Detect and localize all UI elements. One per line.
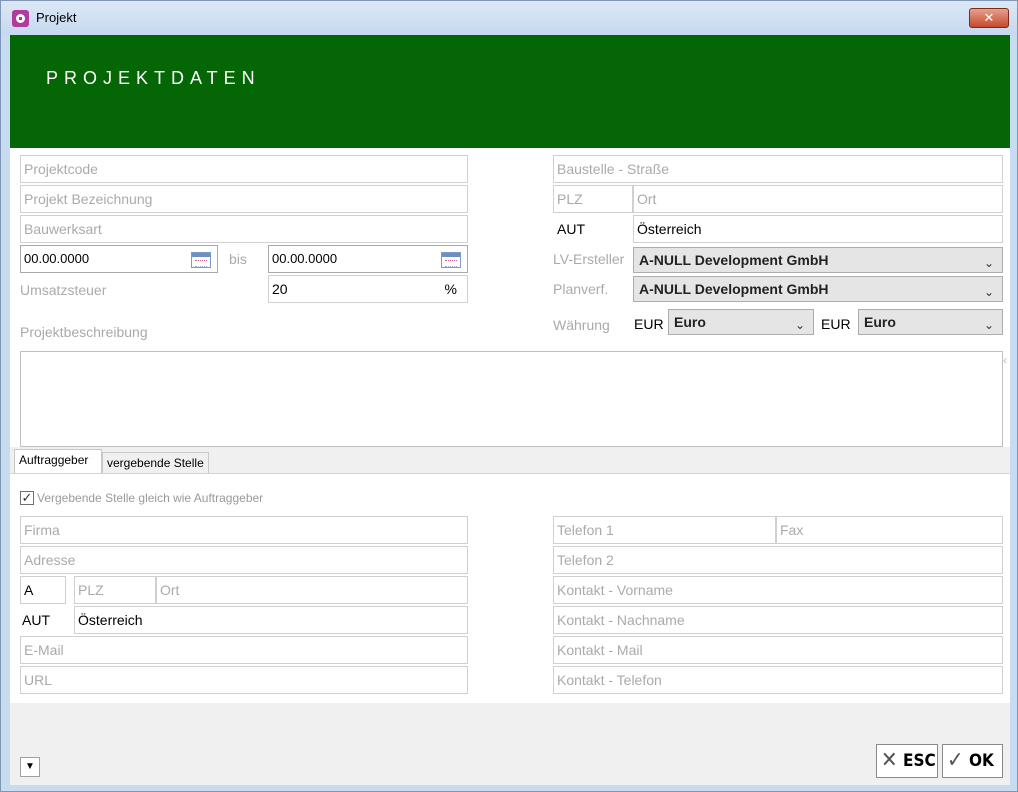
company-field[interactable]: Firma — [20, 516, 468, 544]
currency1-select[interactable]: Euro ⌄ — [668, 309, 814, 335]
site-country-field[interactable]: Österreich — [633, 215, 1003, 243]
dialog-content: PROJEKTDATEN Projektcode Projekt Bezeich… — [10, 35, 1010, 785]
site-zip-field[interactable]: PLZ — [553, 185, 633, 213]
vat-value: 20 — [272, 281, 288, 297]
date-from-value: 00.00.0000 — [24, 251, 90, 266]
currency2-code: EUR — [821, 316, 851, 332]
header-band: PROJEKTDATEN — [10, 35, 1010, 148]
currency-label: Währung — [553, 317, 610, 333]
window-title: Projekt — [36, 10, 77, 25]
planner-value: A-NULL Development GmbH — [639, 281, 829, 297]
site-street-field[interactable]: Baustelle - Straße — [553, 155, 1003, 183]
checkmark-icon: ✓ — [947, 748, 964, 773]
close-button[interactable]: ✕ — [969, 8, 1009, 28]
site-city-field[interactable]: Ort — [633, 185, 1003, 213]
vat-label: Umsatzsteuer — [20, 282, 107, 298]
page-title: PROJEKTDATEN — [46, 68, 261, 88]
tab-vergebende-stelle[interactable]: vergebende Stelle — [102, 452, 209, 474]
contact-mail-field[interactable]: Kontakt - Mail — [553, 636, 1003, 664]
fax-field[interactable]: Fax — [776, 516, 1003, 544]
chevron-down-icon: ⌄ — [983, 285, 995, 299]
country-prefix-field[interactable]: A — [20, 576, 66, 604]
url-field[interactable]: URL — [20, 666, 468, 694]
currency1-code: EUR — [634, 316, 664, 332]
scrollbar[interactable] — [1003, 353, 1010, 445]
lv-creator-select[interactable]: A-NULL Development GmbH ⌄ — [633, 247, 1003, 273]
same-as-label: Vergebende Stelle gleich wie Auftraggebe… — [37, 491, 264, 505]
project-code-field[interactable]: Projektcode — [20, 155, 468, 183]
client-country-code: AUT — [22, 612, 50, 628]
tab-bar: Auftraggeber vergebende Stelle — [10, 447, 1010, 474]
project-name-field[interactable]: Projekt Bezeichnung — [20, 185, 468, 213]
contact-phone-field[interactable]: Kontakt - Telefon — [553, 666, 1003, 694]
vat-input[interactable]: 20 % — [268, 275, 468, 303]
ok-button[interactable]: ✓ OK — [942, 744, 1003, 778]
app-icon — [12, 10, 29, 27]
email-field[interactable]: E-Mail — [20, 636, 468, 664]
date-to-input[interactable]: 00.00.0000 — [268, 245, 468, 273]
footer-bar — [10, 703, 1010, 785]
site-country-code: AUT — [557, 221, 585, 237]
calendar-icon[interactable] — [441, 252, 461, 268]
planner-label: Planverf. — [553, 281, 609, 297]
close-icon: ✕ — [881, 748, 898, 773]
date-to-value: 00.00.0000 — [272, 251, 338, 266]
date-range-separator: bis — [229, 251, 247, 267]
esc-button[interactable]: ✕ ESC — [876, 744, 938, 778]
contact-firstname-field[interactable]: Kontakt - Vorname — [553, 576, 1003, 604]
tab-auftraggeber[interactable]: Auftraggeber — [14, 449, 102, 473]
project-window: Projekt ✕ PROJEKTDATEN Projektcode Proje… — [0, 0, 1018, 792]
contact-lastname-field[interactable]: Kontakt - Nachname — [553, 606, 1003, 634]
phone1-field[interactable]: Telefon 1 — [553, 516, 776, 544]
esc-label: ESC — [903, 751, 936, 771]
same-as-checkbox[interactable]: ✓ — [20, 491, 34, 505]
currency1-value: Euro — [674, 314, 706, 330]
chevron-down-icon: ⌄ — [794, 318, 806, 332]
vat-unit: % — [444, 281, 457, 297]
city-field[interactable]: Ort — [156, 576, 468, 604]
client-country-field[interactable]: Österreich — [74, 606, 468, 634]
planner-select[interactable]: A-NULL Development GmbH ⌄ — [633, 276, 1003, 302]
description-label: Projektbeschreibung — [20, 324, 148, 340]
chevron-down-icon: ⌄ — [983, 256, 995, 270]
address-field[interactable]: Adresse — [20, 546, 468, 574]
ok-label: OK — [969, 751, 994, 771]
menu-dropdown-button[interactable]: ▼ — [20, 757, 40, 777]
chevron-down-icon: ⌄ — [983, 318, 995, 332]
title-bar[interactable]: Projekt ✕ — [1, 1, 1017, 35]
lv-creator-label: LV-Ersteller — [553, 251, 625, 267]
lv-creator-value: A-NULL Development GmbH — [639, 252, 829, 268]
building-type-field[interactable]: Bauwerksart — [20, 215, 468, 243]
currency2-select[interactable]: Euro ⌄ — [858, 309, 1003, 335]
date-from-input[interactable]: 00.00.0000 — [20, 245, 218, 273]
calendar-icon[interactable] — [191, 252, 211, 268]
project-description-textarea[interactable] — [20, 351, 1003, 447]
phone2-field[interactable]: Telefon 2 — [553, 546, 1003, 574]
zip-field[interactable]: PLZ — [74, 576, 156, 604]
currency2-value: Euro — [864, 314, 896, 330]
